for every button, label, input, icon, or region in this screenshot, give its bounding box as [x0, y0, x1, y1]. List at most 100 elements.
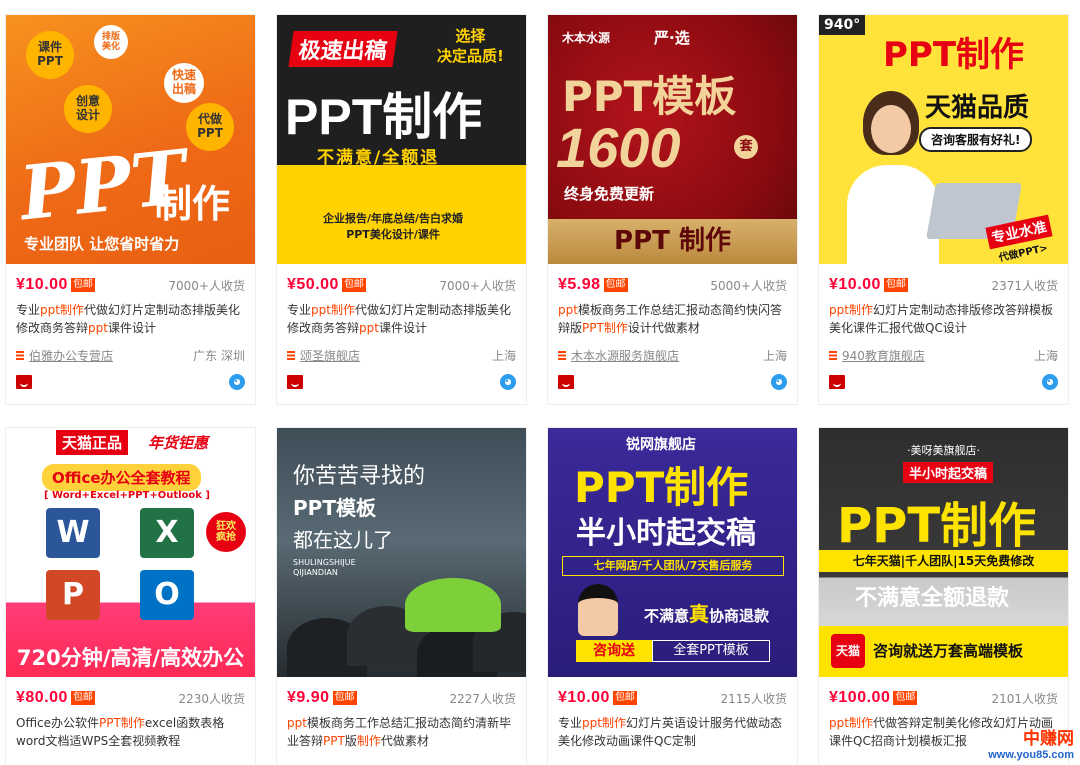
shop-name-link[interactable]: 木本水源服务旗舰店 [571, 347, 679, 364]
product-title-link[interactable]: ppt制作幻灯片定制动态排版修改答辩模板美化课件汇报代做QC设计 [829, 301, 1058, 337]
line-4: SHULINGSHIJUE QIJIANDIAN [293, 558, 356, 578]
product-image[interactable]: ·美呀美旗舰店· 半小时起交稿 PPT制作 七年天猫|千人团队|15天免费修改 不满意全… [819, 428, 1068, 677]
shop-location: 上海 [762, 348, 787, 363]
product-title-link[interactable]: 专业ppt制作幻灯片英语设计服务代做动态美化修改动画课件QC定制 [558, 714, 787, 750]
promise-c: 协商退款 [709, 607, 770, 625]
shop-name-link[interactable]: 940教育旗舰店 [842, 347, 925, 364]
feature-bar: 七年网店/千人团队/7天售后服务 [562, 556, 784, 576]
product-title-link[interactable]: Office办公软件PPT制作excel函数表格word文档适WPS全套视频教程 [16, 714, 245, 750]
product-ad-graphic: 锐网旗舰店 PPT制作 半小时起交稿 七年网店/千人团队/7天售后服务 不满意真协商退款… [548, 428, 797, 677]
price: ¥10.00 [829, 276, 881, 293]
tag-label: 极速出稿 [288, 31, 398, 67]
wangwang-chat-icon[interactable]: ◕ [1042, 374, 1058, 390]
product-card[interactable]: 锐网旗舰店 PPT制作 半小时起交稿 七年网店/千人团队/7天售后服务 不满意真协商退款… [547, 427, 798, 765]
title-keyword: ppt [359, 321, 379, 335]
top-label: ·美呀美旗舰店· [907, 444, 980, 457]
footer-text: 企业报告/年底总结/告白求婚 PPT美化设计/课件 [323, 212, 464, 241]
footer-text: 咨询就送万套高端模板 [873, 642, 1024, 660]
cartoon-figure [578, 584, 618, 636]
price-row: ¥10.00 包邮 2371人收货 [829, 271, 1058, 299]
price-row: ¥10.00 包邮 2115人收货 [558, 684, 787, 712]
product-image[interactable]: 木本水源 严·选 PPT模板 1600 套终身免费更新 PPT 制作 [548, 15, 797, 264]
badge-bubble: 排版 美化 [94, 25, 128, 59]
product-title-link[interactable]: 专业ppt制作代做幻灯片定制动态排版美化修改商务答辩ppt课件设计 [16, 301, 245, 337]
title-text: Office办公软件 [16, 716, 100, 730]
line-3: 都在这儿了 [293, 528, 393, 552]
product-ad-graphic: 木本水源 严·选 PPT模板 1600 套终身免费更新 PPT 制作 [548, 15, 797, 264]
wangwang-chat-icon[interactable]: ◕ [500, 374, 516, 390]
title-text: 课件设计 [107, 321, 156, 335]
product-title-link[interactable]: ppt模板商务工作总结汇报动态简约清新毕业答辩PPT版制作代做素材 [287, 714, 516, 750]
badge-row: ◕ [558, 371, 787, 393]
shop-location: 上海 [1033, 348, 1058, 363]
free-shipping-badge: 包邮 [883, 278, 908, 292]
brand-name: 木本水源 [562, 31, 611, 45]
footer-text: 720分钟/高清/高效办公 [16, 646, 245, 670]
product-card[interactable]: 极速出稿 选择 决定品质! PPT制作 不满意/全额退 企业报告/年底总结/告白求婚 P… [276, 14, 527, 405]
price: ¥80.00 [16, 689, 68, 706]
sales-count: 2371人收货 [991, 278, 1058, 293]
shop-row: 940教育旗舰店 上海 [829, 345, 1058, 365]
product-title-link[interactable]: 专业ppt制作代做幻灯片定制动态排版美化修改商务答辩ppt课件设计 [287, 301, 516, 337]
product-card[interactable]: 木本水源 严·选 PPT模板 1600 套终身免费更新 PPT 制作 ¥5.98 包邮 5000… [547, 14, 798, 405]
subtitle: 不满意全额退款 [855, 586, 1010, 611]
product-card[interactable]: ·美呀美旗舰店· 半小时起交稿 PPT制作 七年天猫|千人团队|15天免费修改 不满意全… [818, 427, 1069, 765]
product-card[interactable]: 课件 PPT 排版 美化 快速 出稿 创意 设计 代做 PPT PPT 制作 专业团队 让您省… [5, 14, 256, 405]
price-row: ¥50.00 包邮 7000+人收货 [287, 271, 516, 299]
product-image[interactable]: 你苦苦寻找的 PPT模板 都在这儿了 SHULINGSHIJUE QIJIANDIAN [277, 428, 526, 677]
free-shipping-badge: 包邮 [70, 278, 95, 292]
badge-bubble: 创意 设计 [64, 85, 112, 133]
top-label: 天猫正品 [56, 430, 129, 455]
shop-name-link[interactable]: 颂圣旗舰店 [300, 347, 360, 364]
product-image[interactable]: 940° PPT制作 天猫品质 咨询客服有好礼! 专业水准 代做PPT> [819, 15, 1068, 264]
shop-row: 木本水源服务旗舰店 上海 [558, 345, 787, 365]
tmall-icon[interactable] [558, 375, 574, 389]
sales-count: 7000+人收货 [439, 278, 516, 293]
shop-list-icon [287, 350, 295, 360]
cta-right: 全套PPT模板 [652, 640, 770, 662]
wangwang-chat-icon[interactable]: ◕ [229, 374, 245, 390]
tmall-icon[interactable] [16, 375, 32, 389]
free-shipping-badge: 包邮 [341, 278, 366, 292]
line-2: PPT模板 [293, 496, 376, 520]
shop-name-link[interactable]: 伯雅办公专营店 [29, 347, 113, 364]
price-row: ¥80.00 包邮 2230人收货 [16, 684, 245, 712]
title-keyword: PPT制作 [582, 321, 628, 335]
title-keyword: ppt制作 [311, 303, 355, 317]
product-card[interactable]: 你苦苦寻找的 PPT模板 都在这儿了 SHULINGSHIJUE QIJIANDIAN… [276, 427, 527, 765]
title-keyword: ppt [558, 303, 578, 317]
product-card[interactable]: 天猫正品 年货钜惠 Office办公全套教程[ Word+Excel+PPT+Out… [5, 427, 256, 765]
wangwang-chat-icon[interactable]: ◕ [771, 374, 787, 390]
shop-list-icon [16, 350, 24, 360]
badge-row: ◕ [829, 371, 1058, 393]
product-card[interactable]: 940° PPT制作 天猫品质 咨询客服有好礼! 专业水准 代做PPT> ¥10.00 包邮 2… [818, 14, 1069, 405]
footer-band: PPT 制作 [548, 219, 797, 264]
title-text: 版 [344, 734, 357, 748]
count-number: 1600 [556, 116, 681, 179]
subtitle: 专业团队 让您省时省力 [24, 235, 180, 253]
product-image[interactable]: 课件 PPT 排版 美化 快速 出稿 创意 设计 代做 PPT PPT 制作 专业团队 让您省… [6, 15, 255, 264]
headline: PPT制作 [574, 463, 749, 512]
free-shipping-badge: 包邮 [612, 691, 637, 705]
top-label-2: 年货钜惠 [148, 434, 209, 452]
side-text: 选择 决定品质! [437, 27, 504, 65]
price-row: ¥10.00 包邮 7000+人收货 [16, 271, 245, 299]
site-watermark: 中赚网 www.you85.com [988, 724, 1074, 761]
office-app-icon: O [140, 570, 194, 620]
cta-left: 咨询送 [576, 640, 652, 662]
tmall-icon[interactable] [287, 375, 303, 389]
price-row: ¥100.00 包邮 2101人收货 [829, 684, 1058, 712]
free-shipping-badge: 包邮 [70, 691, 95, 705]
shop-location: 广东 深圳 [193, 348, 245, 363]
tmall-icon[interactable] [829, 375, 845, 389]
headline-zhizuo: 制作 [154, 182, 231, 226]
product-image[interactable]: 天猫正品 年货钜惠 Office办公全套教程[ Word+Excel+PPT+Out… [6, 428, 255, 677]
shop-list-icon [558, 350, 566, 360]
product-image[interactable]: 锐网旗舰店 PPT制作 半小时起交稿 七年网店/千人团队/7天售后服务 不满意真协商退款… [548, 428, 797, 677]
sales-count: 2101人收货 [991, 691, 1058, 706]
product-ad-graphic: 940° PPT制作 天猫品质 咨询客服有好礼! 专业水准 代做PPT> [819, 15, 1068, 264]
product-ad-graphic: 天猫正品 年货钜惠 Office办公全套教程[ Word+Excel+PPT+Out… [6, 428, 255, 677]
product-info: ¥10.00 包邮 2115人收货 专业ppt制作幻灯片英语设计服务代做动态美化修改动… [548, 684, 797, 750]
product-title-link[interactable]: ppt模板商务工作总结汇报动态简约快闪答辩版PPT制作设计代做素材 [558, 301, 787, 337]
product-image[interactable]: 极速出稿 选择 决定品质! PPT制作 不满意/全额退 企业报告/年底总结/告白求婚 P… [277, 15, 526, 264]
